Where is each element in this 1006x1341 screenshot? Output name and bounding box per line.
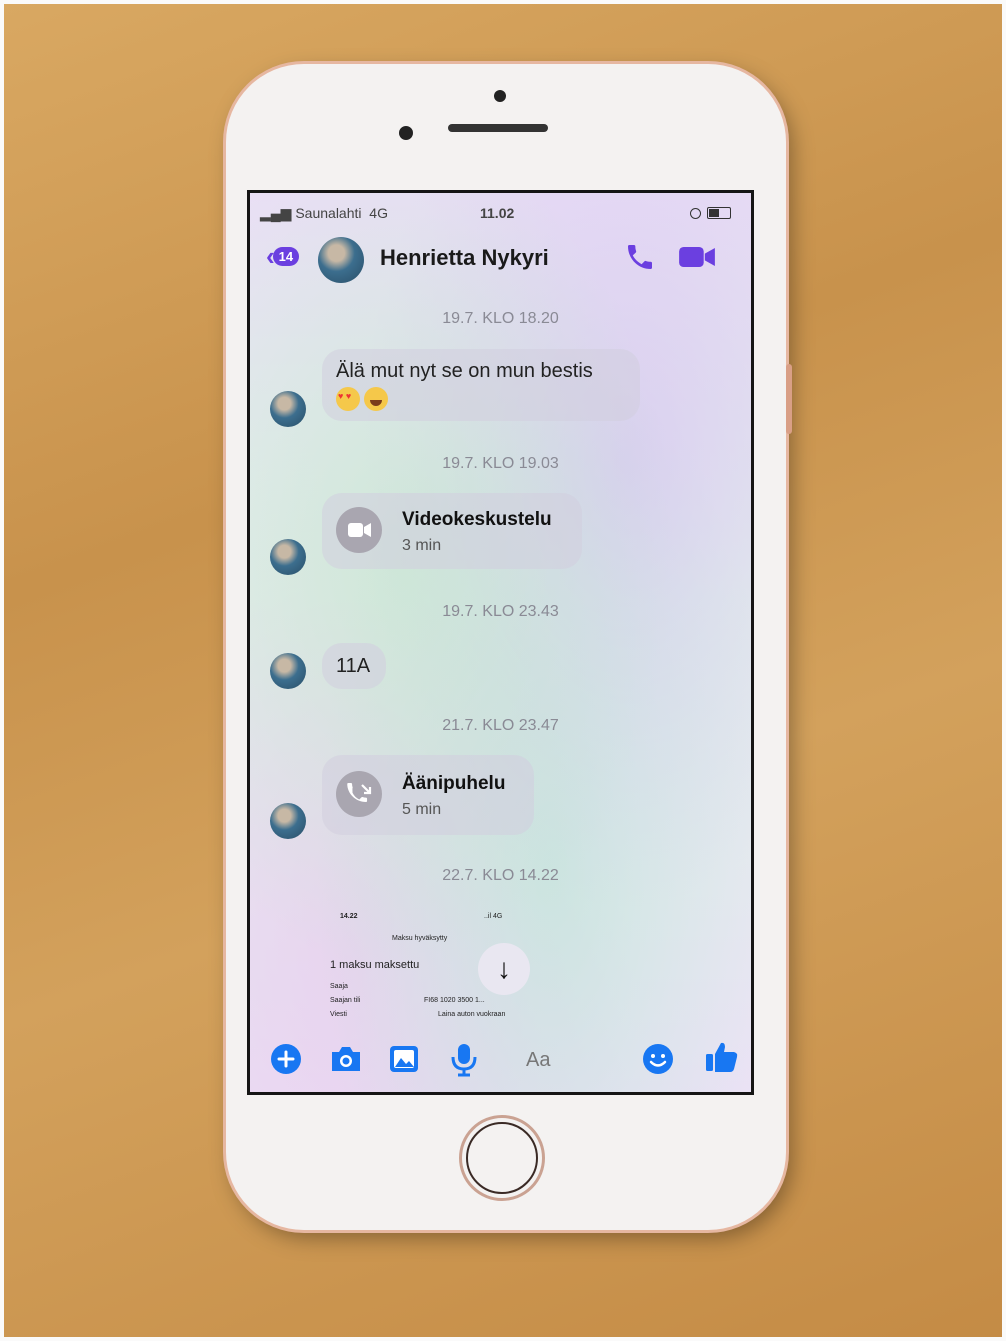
unread-badge: 14 <box>272 246 300 266</box>
back-button[interactable]: ‹ 14 <box>266 243 300 269</box>
timestamp: 22.7. KLO 14.22 <box>442 867 559 884</box>
battery-icon <box>707 207 731 219</box>
thumbs-up-icon[interactable] <box>704 1039 740 1075</box>
message-bubble[interactable]: 11A <box>322 643 386 689</box>
timestamp: 19.7. KLO 23.43 <box>442 603 559 620</box>
receipt-row-value: FI68 1020 3500 1... <box>424 997 485 1004</box>
message-text: Älä mut nyt se on mun bestis <box>336 360 593 382</box>
signal-icon: ▂▄▆ <box>260 205 292 221</box>
phone-screen: ▂▄▆ Saunalahti 4G 11.02 ‹ 14 Henrietta N… <box>247 190 754 1095</box>
arrow-down-icon: ↓ <box>497 953 511 984</box>
sender-avatar[interactable] <box>270 803 306 839</box>
status-bar: ▂▄▆ Saunalahti 4G 11.02 <box>260 203 741 223</box>
message-input[interactable]: Aa <box>526 1049 550 1072</box>
heart-eyes-emoji-icon <box>336 387 360 411</box>
phone-icon[interactable] <box>624 241 656 273</box>
receipt-time: 14.22 <box>340 913 358 920</box>
video-call-icon <box>336 507 382 553</box>
composer-toolbar: Aa <box>250 1035 751 1085</box>
timestamp: 19.7. KLO 18.20 <box>442 310 559 327</box>
plus-icon[interactable] <box>270 1043 302 1075</box>
video-camera-icon[interactable] <box>678 243 716 271</box>
proximity-sensor <box>494 90 506 102</box>
carrier-label: Saunalahti <box>295 205 362 221</box>
contact-name[interactable]: Henrietta Nykyri <box>380 245 549 271</box>
voice-call-bubble[interactable]: Äänipuhelu 5 min <box>322 755 534 835</box>
call-title: Äänipuhelu <box>402 773 506 794</box>
camera-icon[interactable] <box>328 1043 364 1075</box>
video-call-bubble[interactable]: Videokeskustelu 3 min <box>322 493 582 569</box>
receipt-summary: 1 maksu maksettu <box>330 959 420 971</box>
receipt-row-label: Viesti <box>330 1011 347 1018</box>
sender-avatar[interactable] <box>270 653 306 689</box>
image-icon[interactable] <box>388 1043 420 1075</box>
front-camera <box>399 126 413 140</box>
receipt-status: ..il 4G <box>484 913 503 920</box>
timestamp: 21.7. KLO 23.47 <box>442 717 559 734</box>
call-title: Videokeskustelu <box>402 509 552 530</box>
emoji-icon[interactable] <box>642 1043 674 1075</box>
earpiece-speaker <box>448 124 548 132</box>
timestamp: 19.7. KLO 19.03 <box>442 455 559 472</box>
status-icons <box>690 207 731 219</box>
receipt-row-label: Saajan tili <box>330 997 361 1004</box>
sender-avatar[interactable] <box>270 539 306 575</box>
receipt-title: Maksu hyväksytty <box>392 935 448 942</box>
call-duration: 3 min <box>402 537 442 554</box>
call-duration: 5 min <box>402 801 442 818</box>
microphone-icon[interactable] <box>450 1043 478 1077</box>
network-label: 4G <box>369 205 388 221</box>
side-button <box>786 364 792 434</box>
message-text: 11A <box>336 655 371 677</box>
message-bubble[interactable]: Älä mut nyt se on mun bestis <box>322 349 640 421</box>
home-button[interactable] <box>459 1115 545 1201</box>
clock: 11.02 <box>480 205 515 221</box>
carrier-info: ▂▄▆ Saunalahti 4G <box>260 205 388 222</box>
emoji-row <box>336 387 626 411</box>
scroll-to-bottom-button[interactable]: ↓ <box>478 943 530 995</box>
tears-of-joy-emoji-icon <box>364 387 388 411</box>
receipt-row-value: Laina auton vuokraan <box>438 1011 506 1018</box>
chat-header: ‹ 14 Henrietta Nykyri <box>260 233 741 283</box>
missed-call-icon <box>336 771 382 817</box>
sender-avatar[interactable] <box>270 391 306 427</box>
contact-avatar[interactable] <box>318 237 364 283</box>
receipt-row-label: Saaja <box>330 983 348 990</box>
orientation-lock-icon <box>690 207 701 219</box>
